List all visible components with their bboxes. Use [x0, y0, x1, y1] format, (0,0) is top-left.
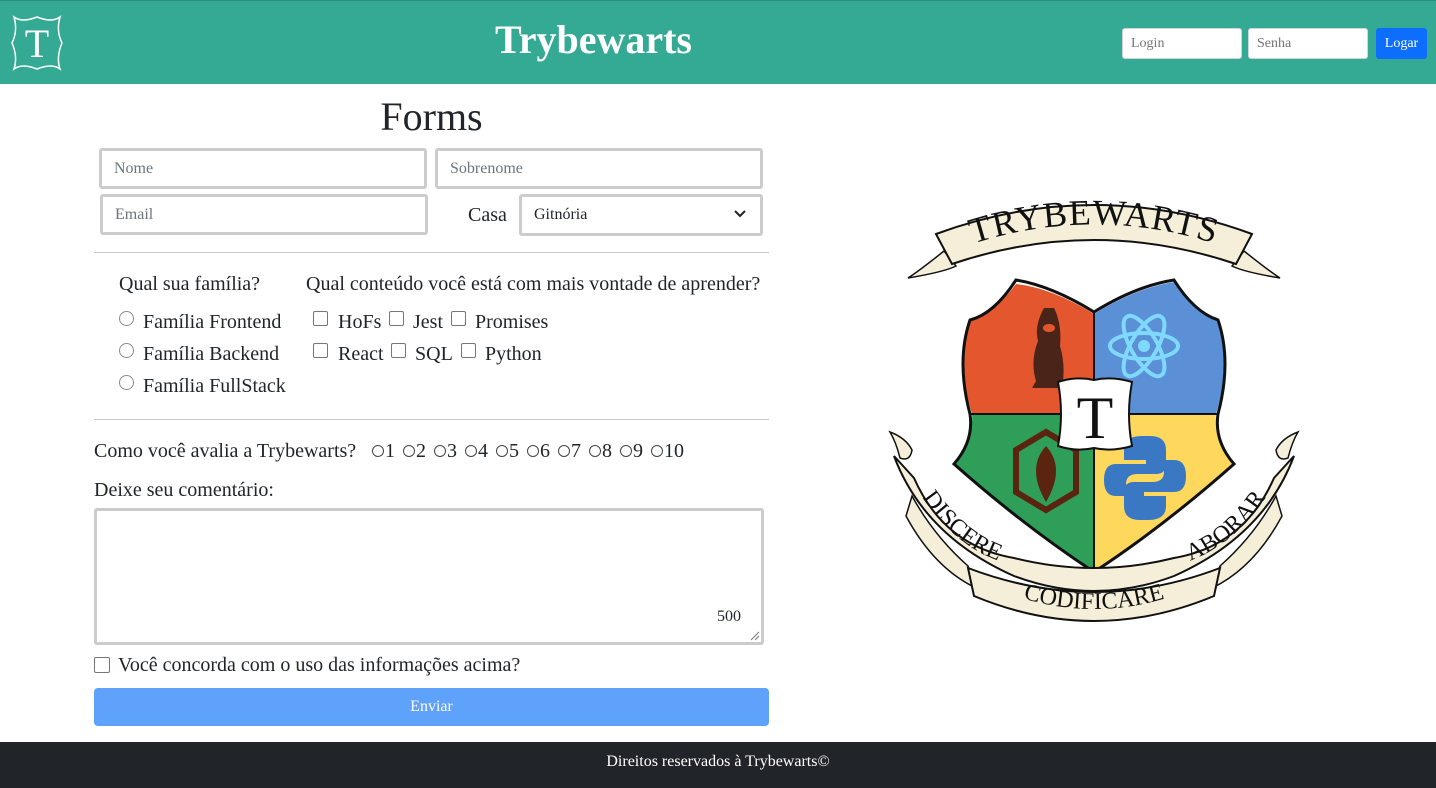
rating-radio-5[interactable] — [496, 445, 508, 457]
rating-radio-6[interactable] — [527, 445, 539, 457]
rating-label-2: 2 — [416, 440, 426, 462]
house-selected-value: Gitnória — [534, 206, 588, 223]
login-input[interactable] — [1122, 28, 1242, 59]
content-jest-label: Jest — [413, 311, 443, 333]
family-fullstack-radio[interactable] — [119, 375, 134, 390]
content-python-checkbox[interactable] — [461, 343, 476, 358]
agreement-label: Você concorda com o uso das informações … — [118, 654, 521, 676]
resize-handle-icon[interactable] — [750, 631, 760, 641]
rating-question: Como você avalia a Trybewarts? — [94, 440, 357, 462]
rating-radio-2[interactable] — [403, 445, 415, 457]
content-question: Qual conteúdo você está com mais vontade… — [306, 273, 761, 295]
footer-text: Direitos reservados à Trybewarts© — [606, 753, 830, 770]
password-input[interactable] — [1248, 28, 1368, 59]
content-hofs-checkbox[interactable] — [313, 311, 328, 326]
rating-label-4: 4 — [478, 440, 488, 462]
family-backend-radio[interactable] — [119, 343, 134, 358]
rating-label-1: 1 — [385, 440, 395, 462]
rating-label-8: 8 — [602, 440, 612, 462]
content-sql-label: SQL — [415, 343, 453, 365]
rating-label-9: 9 — [633, 440, 643, 462]
rating-radio-10[interactable] — [651, 445, 663, 457]
rating-label-7: 7 — [571, 440, 581, 462]
family-frontend-label: Família Frontend — [143, 311, 282, 333]
login-button[interactable]: Logar — [1376, 28, 1427, 59]
content-sql-checkbox[interactable] — [391, 343, 406, 358]
rating-label-5: 5 — [509, 440, 519, 462]
rating-label-3: 3 — [447, 440, 457, 462]
first-name-input[interactable] — [99, 148, 427, 189]
content-promises-checkbox[interactable] — [451, 311, 466, 326]
trybewarts-logo: T — [11, 15, 63, 72]
rating-label-10: 10 — [664, 440, 684, 462]
last-name-input[interactable] — [435, 148, 763, 189]
family-backend-label: Família Backend — [143, 343, 280, 365]
logo-letter: T — [25, 21, 49, 66]
footer: Direitos reservados à Trybewarts© — [0, 742, 1436, 788]
content-react-label: React — [338, 343, 384, 365]
header: T Trybewarts Logar — [0, 0, 1436, 84]
submit-button[interactable]: Enviar — [94, 688, 769, 726]
family-question: Qual sua família? — [119, 273, 261, 295]
house-select[interactable]: Gitnória — [519, 194, 763, 236]
divider — [94, 252, 769, 253]
email-input[interactable] — [100, 194, 428, 235]
content-jest-checkbox[interactable] — [389, 311, 404, 326]
agreement-checkbox[interactable] — [94, 657, 110, 673]
rating-radio-9[interactable] — [620, 445, 632, 457]
brand-title: Trybewarts — [495, 17, 692, 62]
rating-radio-4[interactable] — [465, 445, 477, 457]
content-python-label: Python — [485, 343, 542, 365]
crest-center-letter: T — [1077, 385, 1114, 451]
trybewarts-crest-image: TRYBEWARTS T DISCERE LABORARE CODIFICARE — [884, 196, 1300, 622]
crest-banner-top: TRYBEWARTS — [964, 196, 1223, 251]
rating-radio-1[interactable] — [372, 445, 384, 457]
family-frontend-radio[interactable] — [119, 311, 134, 326]
house-label: Casa — [468, 204, 507, 226]
comment-textarea[interactable] — [94, 508, 764, 645]
family-fullstack-label: Família FullStack — [143, 375, 286, 397]
svg-text:TRYBEWARTS: TRYBEWARTS — [964, 196, 1224, 251]
rating-radio-7[interactable] — [558, 445, 570, 457]
char-counter: 500 — [717, 608, 741, 625]
form-title: Forms — [380, 94, 483, 139]
divider — [94, 419, 769, 420]
comment-label: Deixe seu comentário: — [94, 479, 274, 501]
chevron-down-icon — [734, 210, 746, 218]
content-react-checkbox[interactable] — [313, 343, 328, 358]
content-promises-label: Promises — [475, 311, 549, 333]
rating-label-6: 6 — [540, 440, 550, 462]
rating-radio-8[interactable] — [589, 445, 601, 457]
content-hofs-label: HoFs — [338, 311, 382, 333]
rating-radio-3[interactable] — [434, 445, 446, 457]
